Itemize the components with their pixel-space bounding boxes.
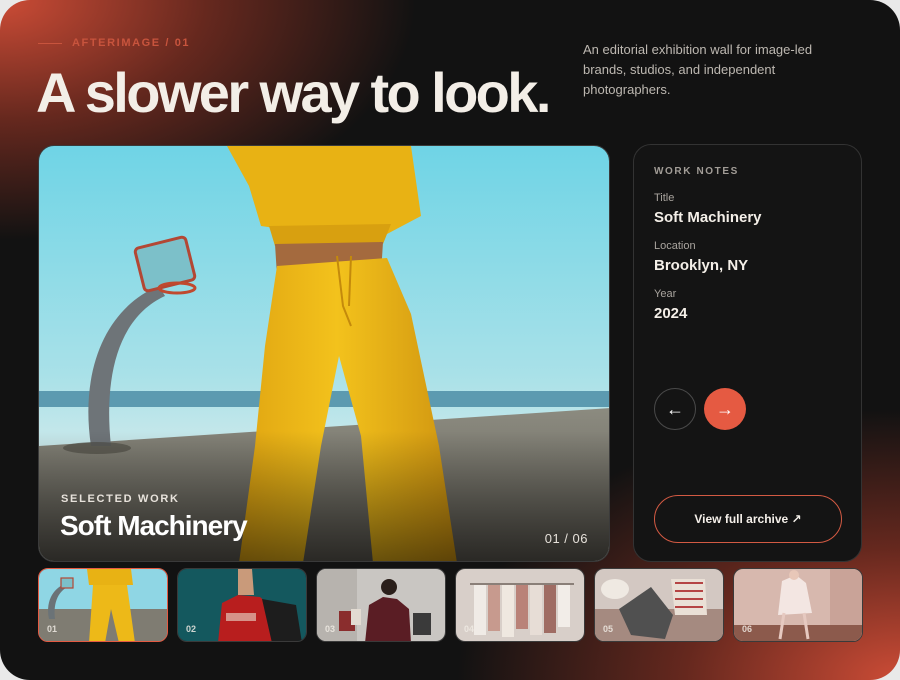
thumbnail-photo (317, 569, 445, 641)
thumbnail-06[interactable]: 06 (733, 568, 863, 642)
thumbnail-number: 01 (47, 624, 58, 634)
year-label: Year (654, 288, 677, 300)
arrow-left-icon: ← (666, 398, 684, 419)
thumbnail-number: 04 (464, 624, 475, 634)
slide-counter: 01 / 06 (544, 531, 588, 546)
eyebrow-label: AFTERIMAGE / 01 (72, 37, 191, 49)
title-label: Title (654, 192, 675, 204)
year-value: 2024 (654, 305, 688, 322)
eyebrow: AFTERIMAGE / 01 (38, 37, 190, 49)
next-button[interactable]: → (704, 388, 746, 430)
hero-image[interactable]: SELECTED WORK Soft Machinery 01 / 06 (38, 145, 610, 562)
thumbnail-number: 02 (186, 624, 197, 634)
thumbnail-photo (39, 569, 167, 641)
thumbnail-number: 03 (325, 624, 336, 634)
location-value: Brooklyn, NY (654, 257, 749, 274)
location-label: Location (654, 240, 696, 252)
work-notes-heading: WORK NOTES (654, 166, 739, 177)
eyebrow-rule (38, 42, 62, 44)
thumbnail-01[interactable]: 01 (38, 568, 168, 642)
thumbnail-02[interactable]: 02 (177, 568, 307, 642)
arrow-right-icon: → (716, 398, 734, 419)
thumbnail-photo (178, 569, 306, 641)
work-notes-panel: WORK NOTES Title Soft Machinery Location… (633, 144, 862, 562)
view-archive-button[interactable]: View full archive ↗ (654, 495, 842, 543)
thumbnail-04[interactable]: 04 (455, 568, 585, 642)
previous-button[interactable]: ← (654, 388, 696, 430)
hero-kicker: SELECTED WORK (61, 493, 180, 505)
title-value: Soft Machinery (654, 209, 762, 226)
thumbnail-photo (595, 569, 723, 641)
thumbnail-05[interactable]: 05 (594, 568, 724, 642)
intro-text: An editorial exhibition wall for image-l… (583, 42, 813, 97)
thumbnail-03[interactable]: 03 (316, 568, 446, 642)
thumbnail-number: 06 (742, 624, 753, 634)
thumbnail-photo (734, 569, 862, 641)
thumbnail-number: 05 (603, 624, 614, 634)
exhibition-wall: AFTERIMAGE / 01 A slower way to look. An… (0, 0, 900, 680)
thumbnail-photo (456, 569, 584, 641)
page-title: A slower way to look. (36, 61, 551, 124)
hero-title: Soft Machinery (60, 510, 248, 541)
